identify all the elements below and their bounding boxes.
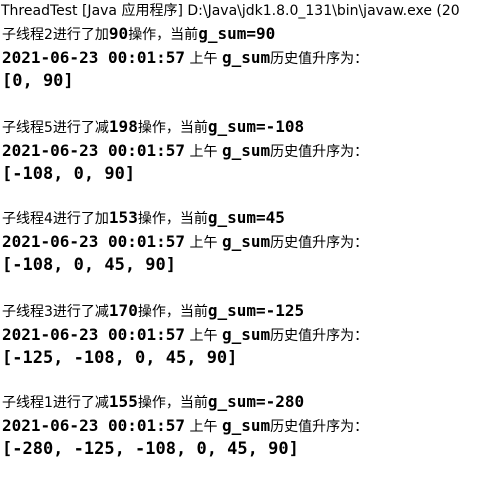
timestamp-line: 2021-06-23 00:01:57 上午 g_sum历史值升序为： (2, 48, 368, 68)
history-variable: g_sum (221, 416, 271, 435)
operation-suffix: 操作，当前 (137, 120, 208, 136)
history-array-line: [-125, -108, 0, 45, 90] (2, 348, 237, 368)
operation-amount: 90 (108, 24, 129, 43)
console-title-bar: ThreadTest [Java 应用程序] D:\Java\jdk1.8.0_… (0, 0, 478, 22)
operation-line: 子线程4进行了加153操作，当前g_sum=45 (2, 208, 285, 228)
history-variable: g_sum (221, 141, 271, 160)
history-label: 历史值升序为： (270, 144, 369, 160)
timestamp: 2021-06-23 00:01:57 (2, 48, 186, 67)
history-label: 历史值升序为： (270, 328, 369, 344)
history-array: [-108, 0, 45, 90] (2, 255, 176, 275)
operation-suffix: 操作，当前 (128, 27, 199, 43)
timestamp: 2021-06-23 00:01:57 (2, 416, 186, 435)
history-label: 历史值升序为： (270, 235, 369, 251)
history-array-line: [0, 90] (2, 71, 74, 91)
console-output[interactable]: 子线程2进行了加90操作，当前g_sum=90 2021-06-23 00:01… (0, 22, 478, 481)
history-variable: g_sum (221, 232, 271, 251)
history-label: 历史值升序为： (270, 51, 369, 67)
operation-prefix: 子线程1进行了减 (2, 395, 109, 411)
operation-suffix: 操作，当前 (137, 211, 208, 227)
current-sum: g_sum=-125 (207, 301, 305, 320)
timestamp-ampm: 上午 (185, 419, 222, 435)
current-sum: g_sum=-108 (207, 117, 305, 136)
operation-prefix: 子线程2进行了加 (2, 27, 109, 43)
operation-amount: 198 (108, 117, 138, 136)
timestamp: 2021-06-23 00:01:57 (2, 325, 186, 344)
operation-line: 子线程5进行了减198操作，当前g_sum=-108 (2, 117, 304, 137)
current-sum: g_sum=-280 (207, 392, 305, 411)
timestamp-line: 2021-06-23 00:01:57 上午 g_sum历史值升序为： (2, 325, 368, 345)
timestamp-ampm: 上午 (185, 144, 222, 160)
operation-amount: 170 (108, 301, 138, 320)
timestamp-line: 2021-06-23 00:01:57 上午 g_sum历史值升序为： (2, 232, 368, 252)
operation-prefix: 子线程5进行了减 (2, 120, 109, 136)
history-array: [-108, 0, 90] (2, 164, 136, 184)
history-array-line: [-108, 0, 90] (2, 164, 135, 184)
operation-suffix: 操作，当前 (137, 395, 208, 411)
timestamp-ampm: 上午 (185, 235, 222, 251)
operation-line: 子线程2进行了加90操作，当前g_sum=90 (2, 24, 275, 44)
console-title: ThreadTest [Java 应用程序] D:\Java\jdk1.8.0_… (1, 3, 460, 19)
operation-amount: 153 (108, 208, 138, 227)
timestamp: 2021-06-23 00:01:57 (2, 141, 186, 160)
history-variable: g_sum (221, 325, 271, 344)
operation-amount: 155 (108, 392, 138, 411)
current-sum: g_sum=45 (207, 208, 285, 227)
history-array-line: [-280, -125, -108, 0, 45, 90] (2, 439, 299, 459)
timestamp-line: 2021-06-23 00:01:57 上午 g_sum历史值升序为： (2, 141, 368, 161)
timestamp: 2021-06-23 00:01:57 (2, 232, 186, 251)
timestamp-line: 2021-06-23 00:01:57 上午 g_sum历史值升序为： (2, 416, 368, 436)
operation-prefix: 子线程4进行了加 (2, 211, 109, 227)
operation-suffix: 操作，当前 (137, 304, 208, 320)
current-sum: g_sum=90 (198, 24, 276, 43)
operation-line: 子线程1进行了减155操作，当前g_sum=-280 (2, 392, 304, 412)
history-label: 历史值升序为： (270, 419, 369, 435)
operation-prefix: 子线程3进行了减 (2, 304, 109, 320)
timestamp-ampm: 上午 (185, 328, 222, 344)
history-array: [-125, -108, 0, 45, 90] (2, 348, 238, 368)
operation-line: 子线程3进行了减170操作，当前g_sum=-125 (2, 301, 304, 321)
history-array: [-280, -125, -108, 0, 45, 90] (2, 439, 299, 459)
history-array-line: [-108, 0, 45, 90] (2, 255, 176, 275)
history-array: [0, 90] (2, 71, 74, 91)
timestamp-ampm: 上午 (185, 51, 222, 67)
history-variable: g_sum (221, 48, 271, 67)
